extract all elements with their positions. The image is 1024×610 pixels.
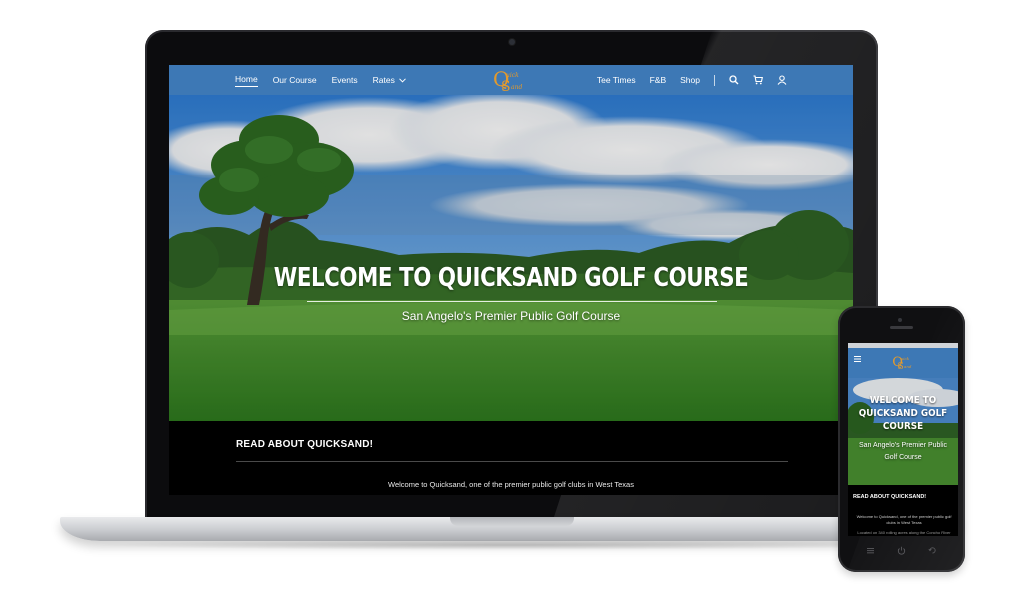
- svg-text:uick: uick: [506, 72, 519, 79]
- nav-tee-times[interactable]: Tee Times: [597, 75, 636, 85]
- mobile-about-heading: READ ABOUT QUICKSAND!: [853, 494, 927, 500]
- svg-text:and: and: [904, 364, 912, 369]
- about-heading: READ ABOUT QUICKSAND!: [236, 439, 374, 450]
- laptop-shadow: [90, 540, 930, 550]
- site-navbar: Home Our Course Events Rates Q uick S an…: [169, 65, 853, 95]
- phone-speaker: [890, 326, 913, 329]
- quicksand-logo[interactable]: Q uick S and: [491, 67, 531, 93]
- phone-hardware-buttons: [838, 543, 965, 559]
- nav-separator: [714, 74, 715, 86]
- hero-banner: WELCOME TO QUICKSAND GOLF COURSE San Ang…: [169, 95, 853, 421]
- svg-text:S: S: [898, 362, 904, 372]
- nav-our-course[interactable]: Our Course: [273, 75, 317, 85]
- mobile-hero-subtitle: San Angelo's Premier Public Golf Course: [848, 440, 958, 464]
- mobile-about-text-1: Welcome to Quicksand, one of the premier…: [856, 514, 952, 525]
- webcam: [509, 39, 515, 45]
- mobile-hero-title: WELCOME TO QUICKSAND GOLF COURSE: [855, 394, 952, 433]
- hero-divider: [307, 301, 717, 302]
- mobile-navbar: Q uick S and: [848, 348, 958, 378]
- nav-rates-label: Rates: [372, 75, 395, 85]
- menu-icon[interactable]: [854, 356, 861, 362]
- hero-title: WELCOME TO QUICKSAND GOLF COURSE: [273, 263, 749, 293]
- phone-menu-button-icon[interactable]: [866, 546, 875, 555]
- hero-subtitle: San Angelo's Premier Public Golf Course: [401, 309, 621, 323]
- phone-power-icon[interactable]: [897, 546, 906, 555]
- chevron-down-icon: [399, 78, 407, 83]
- nav-right-menu: Tee Times F&B Shop: [597, 65, 787, 95]
- mobile-subtitle-line-1: San Angelo's Premier Public: [858, 442, 948, 449]
- nav-events[interactable]: Events: [332, 75, 358, 85]
- mobile-title-line-2: QUICKSAND GOLF: [858, 408, 948, 419]
- nav-home[interactable]: Home: [235, 74, 258, 87]
- phone-camera: [898, 318, 902, 322]
- about-section: READ ABOUT QUICKSAND! Welcome to Quicksa…: [169, 421, 853, 495]
- mobile-about-text: Welcome to Quicksand, one of the premier…: [852, 514, 956, 536]
- nav-left-menu: Home Our Course Events Rates: [235, 65, 407, 95]
- mobile-title-line-1: WELCOME TO: [869, 395, 937, 406]
- mobile-title-line-3: COURSE: [882, 421, 924, 432]
- phone-screen: Q uick S and WELCOME TO QUICKSAND GOLF C…: [848, 343, 958, 536]
- svg-text:S: S: [501, 79, 511, 93]
- laptop-hinge-notch: [450, 517, 574, 526]
- laptop-screen: WELCOME TO QUICKSAND GOLF COURSE San Ang…: [169, 65, 853, 495]
- hero-image: [169, 95, 853, 421]
- about-divider: [236, 461, 788, 462]
- nav-shop[interactable]: Shop: [680, 75, 700, 85]
- user-icon[interactable]: [777, 75, 787, 85]
- mobile-subtitle-line-2: Golf Course: [884, 454, 922, 461]
- search-icon[interactable]: [729, 75, 739, 85]
- nav-rates[interactable]: Rates: [373, 75, 407, 85]
- mobile-hero: WELCOME TO QUICKSAND GOLF COURSE San Ang…: [848, 378, 958, 485]
- cart-icon[interactable]: [753, 75, 763, 85]
- phone-back-icon[interactable]: [928, 546, 937, 555]
- nav-food-beverage[interactable]: F&B: [650, 75, 667, 85]
- about-text: Welcome to Quicksand, one of the premier…: [388, 480, 634, 489]
- mobile-quicksand-logo[interactable]: Q uick S and: [891, 352, 917, 372]
- mobile-about-text-2: Located on 340 rolling acres along the C…: [857, 530, 951, 535]
- svg-text:and: and: [511, 84, 522, 91]
- svg-text:uick: uick: [901, 356, 910, 361]
